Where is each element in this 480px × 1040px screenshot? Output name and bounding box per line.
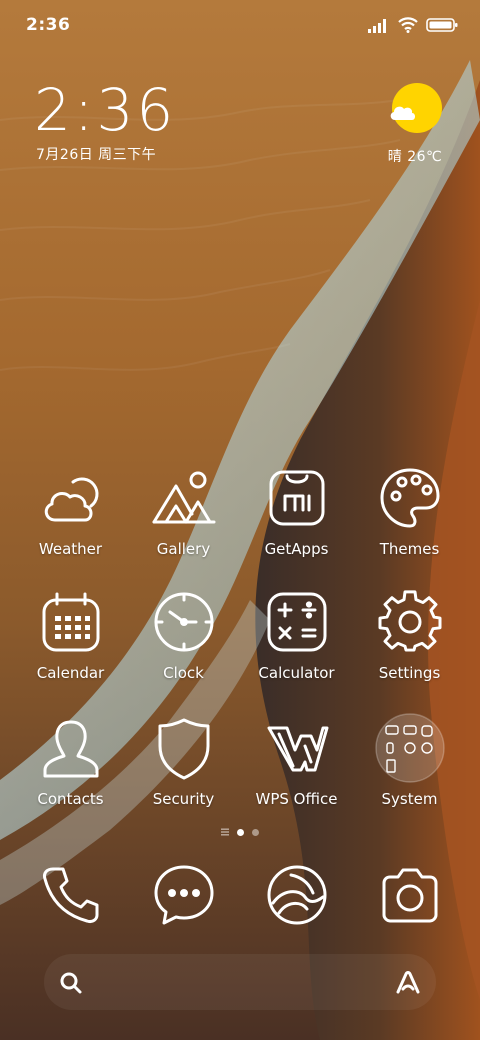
app-calendar[interactable]: Calendar bbox=[14, 586, 127, 682]
app-label: Clock bbox=[163, 664, 204, 682]
app-label: Weather bbox=[38, 540, 103, 558]
battery-icon bbox=[426, 18, 458, 32]
page-list-icon bbox=[221, 828, 229, 836]
app-label: Gallery bbox=[156, 540, 211, 558]
wps-office-icon bbox=[267, 726, 328, 772]
app-label: GetApps bbox=[264, 540, 329, 558]
settings-icon bbox=[378, 590, 441, 652]
clock-icon bbox=[154, 592, 213, 652]
weather-widget[interactable]: 晴 26℃ bbox=[384, 82, 446, 166]
clock-date: 7月26日 周三下午 bbox=[36, 147, 157, 163]
app-themes[interactable]: Themes bbox=[353, 462, 466, 558]
app-weather[interactable]: Weather bbox=[14, 462, 127, 558]
app-label: Calculator bbox=[258, 664, 335, 682]
dock-phone[interactable] bbox=[14, 856, 127, 934]
gallery-icon bbox=[152, 471, 215, 524]
page-dot[interactable] bbox=[252, 828, 259, 836]
themes-icon bbox=[380, 468, 439, 528]
app-label: Contacts bbox=[37, 790, 104, 808]
status-bar: 2:36 bbox=[0, 0, 480, 50]
search-bar[interactable] bbox=[44, 954, 436, 1010]
system-folder-icon bbox=[374, 713, 445, 783]
app-getapps[interactable]: GetApps bbox=[240, 462, 353, 558]
app-label: Themes bbox=[379, 540, 440, 558]
app-label: Settings bbox=[378, 664, 441, 682]
security-icon bbox=[158, 718, 209, 780]
wifi-icon bbox=[398, 17, 418, 33]
getapps-icon bbox=[269, 470, 324, 526]
app-calculator[interactable]: Calculator bbox=[240, 586, 353, 682]
page-dot-active[interactable] bbox=[237, 828, 244, 836]
calculator-icon bbox=[267, 592, 326, 652]
app-label: WPS Office bbox=[255, 790, 338, 808]
app-label: Security bbox=[152, 790, 215, 808]
calendar-icon bbox=[42, 592, 99, 652]
clock-widget[interactable]: 2:36 7月26日 周三下午 bbox=[34, 78, 176, 164]
page-indicator bbox=[0, 828, 480, 836]
clock-time: 2:36 bbox=[34, 76, 177, 144]
app-clock[interactable]: Clock bbox=[127, 586, 240, 682]
status-time: 2:36 bbox=[26, 15, 71, 35]
search-icon[interactable] bbox=[58, 970, 84, 996]
camera-icon bbox=[382, 868, 437, 923]
phone-icon bbox=[42, 867, 98, 923]
app-label: System bbox=[381, 790, 438, 808]
app-gallery[interactable]: Gallery bbox=[127, 462, 240, 558]
dock-messages[interactable] bbox=[127, 856, 240, 934]
signal-icon bbox=[368, 19, 386, 33]
browser-icon bbox=[267, 865, 326, 925]
dock-browser[interactable] bbox=[240, 856, 353, 934]
app-security[interactable]: Security bbox=[127, 712, 240, 808]
app-wps-office[interactable]: WPS Office bbox=[240, 712, 353, 808]
partly-sunny-icon bbox=[390, 83, 442, 133]
dock-camera[interactable] bbox=[353, 856, 466, 934]
weather-text: 晴 26℃ bbox=[387, 149, 443, 165]
app-system-folder[interactable]: System bbox=[353, 712, 466, 808]
app-contacts[interactable]: Contacts bbox=[14, 712, 127, 808]
messages-icon bbox=[154, 865, 213, 925]
app-settings[interactable]: Settings bbox=[353, 586, 466, 682]
dock bbox=[14, 856, 466, 936]
status-icons bbox=[368, 14, 458, 36]
weather-icon bbox=[44, 477, 98, 522]
contacts-icon bbox=[43, 720, 98, 778]
app-label: Calendar bbox=[36, 664, 105, 682]
assistant-icon[interactable] bbox=[394, 968, 422, 996]
